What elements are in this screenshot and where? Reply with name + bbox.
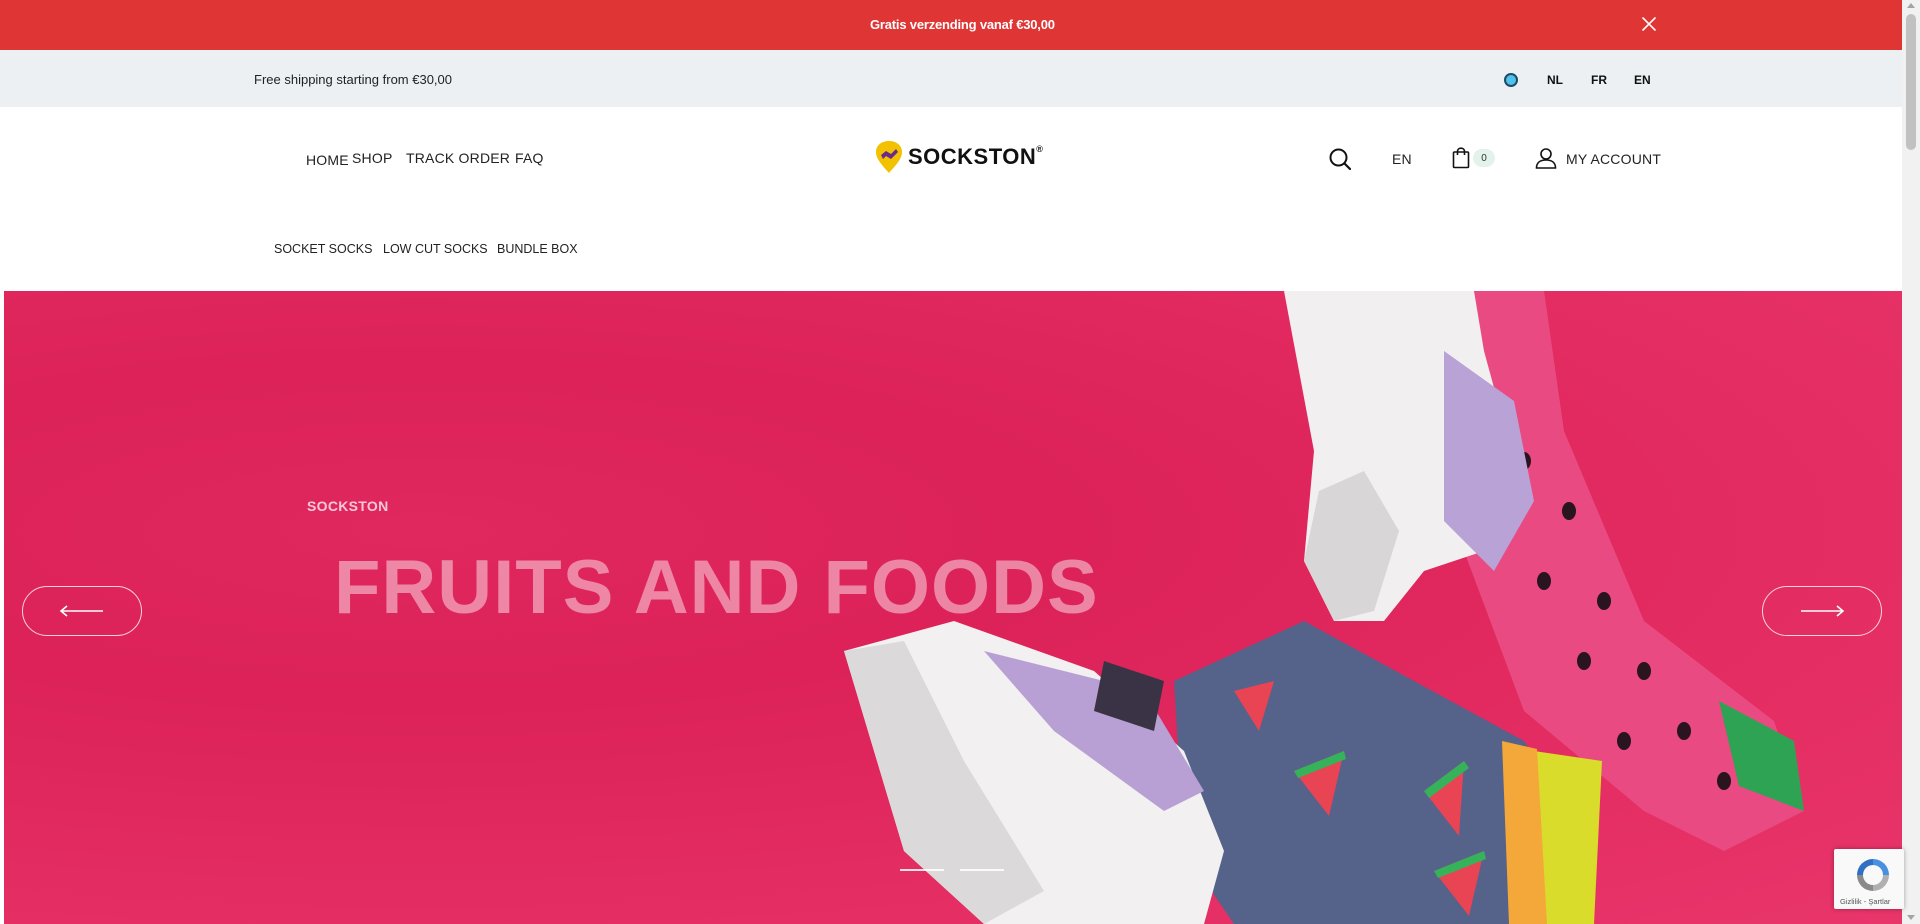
my-account-link[interactable]: MY ACCOUNT [1566,151,1661,167]
subnav-socket-socks[interactable]: SOCKET SOCKS [274,242,372,256]
globe-icon [1504,73,1518,87]
language-nl[interactable]: NL [1547,73,1563,87]
nav-faq[interactable]: FAQ [515,150,544,166]
announcement-text: Gratis verzending vanaf €30,00 [870,17,1055,32]
scroll-down-icon[interactable] [1907,915,1915,920]
close-icon[interactable] [1640,15,1658,33]
scroll-up-icon[interactable] [1907,3,1915,8]
recaptcha-badge[interactable]: Gizlilik - Şartlar [1834,849,1904,909]
top-info-bar: Free shipping starting from €30,00 [0,50,1902,107]
logo-text: SOCKSTON® [908,144,1044,169]
nav-shop[interactable]: SHOP [352,150,392,166]
hero-slide-dot-2[interactable] [960,869,1004,871]
header-language[interactable]: EN [1392,151,1412,167]
shipping-info-text: Free shipping starting from €30,00 [254,72,452,87]
search-icon[interactable] [1328,147,1352,176]
logo-mark-icon [876,141,902,173]
recaptcha-links[interactable]: Gizlilik - Şartlar [1840,897,1890,906]
language-fr[interactable]: FR [1591,73,1607,87]
hero-slider: SOCKSTON FRUITS AND FOODS [4,291,1902,924]
arrow-right-icon [1801,605,1845,617]
subnav-bundle-box[interactable]: BUNDLE BOX [497,242,578,256]
recaptcha-icon [1857,859,1889,891]
hero-kicker: SOCKSTON [307,498,389,514]
nav-home[interactable]: HOME [306,152,349,168]
user-icon[interactable] [1535,147,1557,174]
nav-track-order[interactable]: TRACK ORDER [406,150,510,166]
hero-prev-button[interactable] [22,586,142,636]
hero-slide-dot-1[interactable] [900,869,944,871]
hero-title: FRUITS AND FOODS [334,545,1099,630]
hero-next-button[interactable] [1762,586,1882,636]
page-scrollbar[interactable] [1902,0,1920,924]
announcement-bar: Gratis verzending vanaf €30,00 [0,0,1902,50]
subnav-low-cut-socks[interactable]: LOW CUT SOCKS [383,242,488,256]
arrow-left-icon [59,605,103,617]
site-header [0,107,1902,291]
language-en[interactable]: EN [1634,73,1651,87]
bag-icon[interactable] [1452,147,1470,174]
site-logo[interactable]: SOCKSTON® [874,140,1043,174]
scroll-thumb[interactable] [1906,14,1916,150]
cart-count-badge: 0 [1473,149,1495,167]
